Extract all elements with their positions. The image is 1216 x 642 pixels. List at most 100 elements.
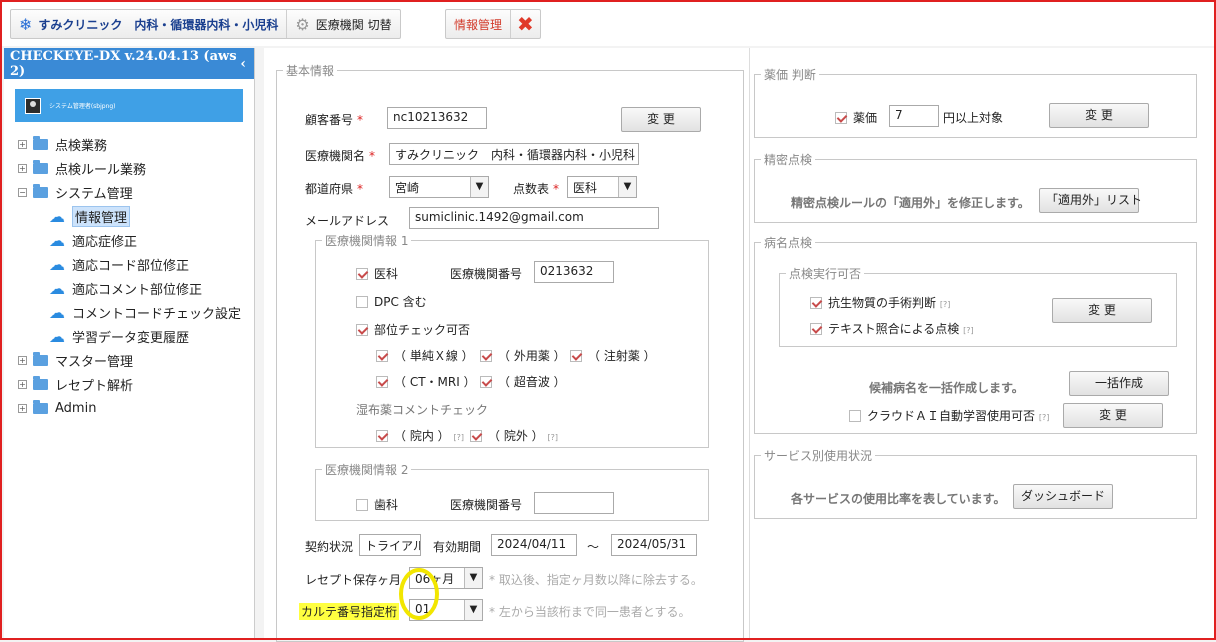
antibiotic-checkbox[interactable]: 抗生物質の手術判断 [?] [810, 294, 950, 311]
valid-to-field[interactable]: 2024/05/31 [611, 534, 697, 556]
expand-icon[interactable]: + [18, 139, 27, 149]
sidebar: CHECKEYE-DX v.24.04.13 (aws 2) ‹ システム管理者… [4, 48, 255, 640]
expand-icon[interactable]: + [18, 379, 27, 389]
execution-legend: 点検実行可否 [789, 267, 862, 281]
customer-no-field[interactable]: nc10213632 [387, 107, 487, 129]
cloud-ai-checkbox[interactable]: クラウドＡＩ自動学習使用可否 [?] [849, 407, 1049, 424]
folder-icon [33, 375, 48, 390]
ultrasound-checkbox[interactable]: （ 超音波 ） [480, 373, 566, 390]
sidebar-item-system-management[interactable]: − システム管理 [4, 180, 254, 204]
precise-check-text: 精密点検ルールの「適用外」を修正します。 [791, 196, 1030, 210]
facility-info-2-panel: 医療機関情報 2 歯科 医療機関番号 [315, 461, 709, 521]
out-hospital-checkbox[interactable]: （ 院外 ） [?] [470, 427, 558, 444]
collapse-sidebar-icon[interactable]: ‹ [240, 56, 246, 72]
drug-price-change-button[interactable]: 変 更 [1049, 103, 1149, 128]
folder-open-icon [33, 183, 48, 198]
bulk-create-button[interactable]: 一括作成 [1069, 371, 1169, 396]
checkbox-checked-icon [835, 112, 847, 124]
facility-name-field[interactable]: すみクリニック 内科・循環器内科・小児科 [389, 143, 639, 165]
sidebar-subitem-comment-part[interactable]: ☁ 適応コメント部位修正 [4, 276, 254, 300]
checkbox-checked-icon [480, 376, 492, 388]
checkbox-checked-icon [810, 323, 822, 335]
facility-no-1-field[interactable]: 0213632 [534, 261, 614, 283]
main-content: 基本情報 顧客番号 * nc10213632 変 更 医療機関名 * すみクリニック… [264, 48, 1214, 642]
dental-checkbox[interactable]: 歯科 [356, 496, 398, 513]
sidebar-item-label: レセプト解析 [55, 378, 134, 394]
sidebar-item-label: 適応コメント部位修正 [72, 282, 203, 298]
dashboard-button[interactable]: ダッシュボード [1013, 484, 1113, 509]
disease-change-button[interactable]: 変 更 [1052, 298, 1152, 323]
cloud-icon: ☁ [49, 230, 65, 250]
sidebar-subitem-code-part[interactable]: ☁ 適応コード部位修正 [4, 252, 254, 276]
execution-panel: 点検実行可否 抗生物質の手術判断 [?] テキスト照合による点検 [?] 変 更 [779, 265, 1177, 347]
clinic-toolbar-group: ❄ すみクリニック 内科・循環器内科・小児科 ⚙ 医療機関 切替 [10, 9, 401, 39]
drug-price-field[interactable]: 7 [889, 105, 939, 127]
expand-icon[interactable]: + [18, 403, 27, 413]
points-table-label: 点数表 * [513, 182, 560, 196]
prefecture-select[interactable]: 宮崎 ▼ [389, 176, 489, 198]
cloud-icon: ☁ [49, 278, 65, 298]
info-tab-group: 情報管理 ✖ [445, 9, 541, 39]
checkbox-checked-icon [376, 350, 388, 362]
injection-checkbox[interactable]: （ 注射薬 ） [570, 347, 656, 364]
facility-no-2-label: 医療機関番号 [450, 498, 523, 512]
snowflake-icon: ❄ [19, 14, 33, 34]
checkbox-unchecked-icon [356, 296, 368, 308]
folder-icon [33, 351, 48, 366]
sidebar-item-receipt-analysis[interactable]: + レセプト解析 [4, 372, 254, 396]
sidebar-item-master[interactable]: + マスター管理 [4, 348, 254, 372]
prefecture-value: 宮崎 [395, 181, 420, 195]
contract-label: 契約状況 [305, 540, 354, 554]
sidebar-item-label: Admin [55, 400, 97, 416]
expand-icon[interactable]: + [18, 163, 27, 173]
part-check-checkbox[interactable]: 部位チェック可否 [356, 321, 470, 338]
drug-price-legend: 薬価 判断 [764, 68, 816, 82]
avatar [25, 97, 41, 114]
collapse-icon[interactable]: − [18, 187, 27, 197]
sidebar-subitem-learning-history[interactable]: ☁ 学習データ変更履歴 [4, 324, 254, 348]
user-name: システム管理者(sbjpng) [49, 103, 116, 110]
expand-icon[interactable]: + [18, 355, 27, 365]
tab-info-management[interactable]: 情報管理 [446, 10, 512, 38]
cloud-ai-change-button[interactable]: 変 更 [1063, 403, 1163, 428]
facility-no-2-field[interactable] [534, 492, 614, 514]
close-tab-button[interactable]: ✖ [511, 10, 540, 38]
switch-facility-button[interactable]: ⚙ 医療機関 切替 [287, 10, 399, 38]
ika-checkbox[interactable]: 医科 [356, 265, 398, 282]
email-field[interactable]: sumiclinic.1492@gmail.com [409, 207, 659, 229]
clinic-selector[interactable]: ❄ すみクリニック 内科・循環器内科・小児科 [11, 10, 288, 38]
column-divider [749, 48, 750, 640]
sidebar-item-label: 適応コード部位修正 [72, 258, 190, 274]
sidebar-item-label: 点検ルール業務 [55, 162, 147, 178]
service-usage-legend: サービス別使用状況 [764, 449, 873, 463]
points-table-select[interactable]: 医科 ▼ [567, 176, 637, 198]
sidebar-item-inspection[interactable]: + 点検業務 [4, 132, 254, 156]
in-hospital-checkbox[interactable]: （ 院内 ） [?] [376, 427, 464, 444]
change-customer-button[interactable]: 変 更 [621, 107, 701, 132]
chevron-down-icon: ▼ [464, 600, 482, 620]
text-match-checkbox[interactable]: テキスト照合による点検 [?] [810, 320, 974, 337]
sidebar-subitem-info-management[interactable]: ☁ 情報管理 [4, 204, 254, 228]
precise-check-panel: 精密点検 精密点検ルールの「適用外」を修正します。 「適用外」リスト [754, 151, 1197, 223]
sidebar-item-rule-business[interactable]: + 点検ルール業務 [4, 156, 254, 180]
poultice-label: 湿布薬コメントチェック [356, 403, 489, 417]
dpc-checkbox[interactable]: DPC 含む [356, 293, 427, 310]
valid-from-field[interactable]: 2024/04/11 [491, 534, 577, 556]
service-usage-text: 各サービスの使用比率を表しています。 [791, 492, 1006, 506]
drug-price-suffix: 円以上対象 [943, 111, 1004, 125]
exclusion-list-button[interactable]: 「適用外」リスト [1039, 188, 1142, 213]
cloud-icon: ☁ [49, 302, 65, 322]
sidebar-subitem-comment-code-check[interactable]: ☁ コメントコードチェック設定 [4, 300, 254, 324]
contract-field[interactable]: トライアル [359, 534, 421, 556]
email-label: メールアドレス [305, 214, 390, 228]
top-toolbar: ❄ すみクリニック 内科・循環器内科・小児科 ⚙ 医療機関 切替 情報管理 ✖ [2, 2, 1214, 46]
external-drug-checkbox[interactable]: （ 外用薬 ） [480, 347, 566, 364]
sidebar-item-admin[interactable]: + Admin [4, 396, 254, 420]
user-panel[interactable]: システム管理者(sbjpng) [15, 89, 243, 122]
folder-icon [33, 135, 48, 150]
ct-mri-checkbox[interactable]: （ CT・MRI ） [376, 373, 476, 390]
xray-checkbox[interactable]: （ 単純Ｘ線 ） [376, 347, 474, 364]
sidebar-subitem-indication[interactable]: ☁ 適応症修正 [4, 228, 254, 252]
drug-price-checkbox[interactable]: 薬価 [835, 109, 877, 126]
close-icon: ✖ [517, 12, 534, 36]
